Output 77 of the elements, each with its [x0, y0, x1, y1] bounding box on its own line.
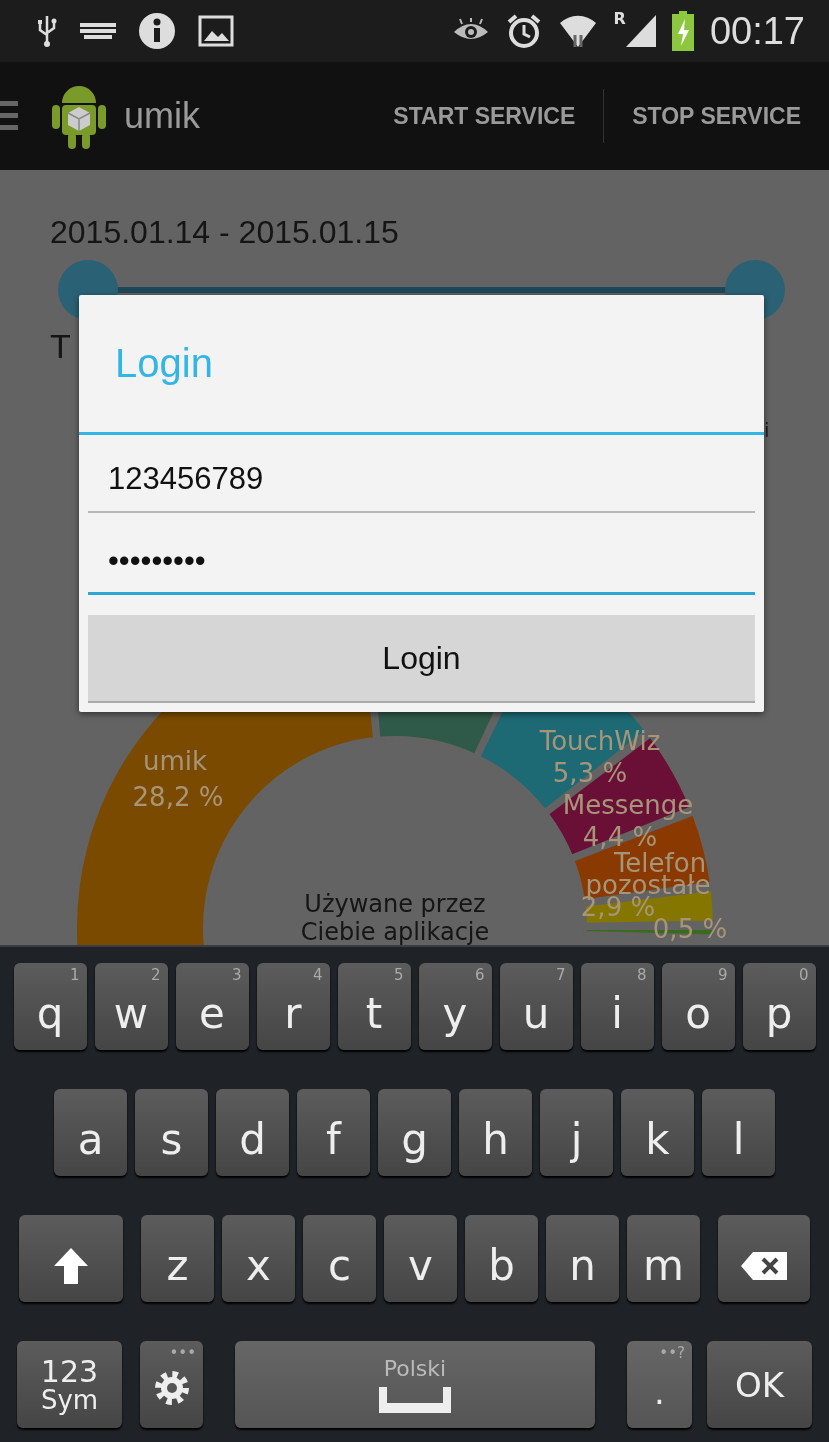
- key-label: 123: [40, 1356, 99, 1387]
- chart-center-text: Używane przez: [304, 890, 486, 918]
- letter-key[interactable]: u 7: [499, 963, 573, 1050]
- letter-key[interactable]: h: [459, 1089, 532, 1176]
- language-label: Polski: [383, 1356, 447, 1381]
- letter-key[interactable]: e 3: [175, 963, 249, 1050]
- letter-key[interactable]: w 2: [94, 963, 168, 1050]
- letter-key[interactable]: c: [303, 1215, 376, 1302]
- symbols-key[interactable]: 123 Sym: [17, 1341, 122, 1428]
- period-key[interactable]: . ••?: [627, 1341, 692, 1428]
- letter-key[interactable]: o 9: [661, 963, 735, 1050]
- letter-key[interactable]: a: [54, 1089, 127, 1176]
- segment-label: umik: [142, 746, 208, 776]
- info-icon: [138, 12, 176, 50]
- letter-key[interactable]: b: [465, 1215, 538, 1302]
- key-label: Sym: [40, 1386, 99, 1413]
- app-title: umik: [124, 95, 200, 137]
- action-button[interactable]: START SERVICE: [365, 62, 604, 170]
- letter-key[interactable]: f: [297, 1089, 370, 1176]
- key-hint: ••?: [659, 1344, 685, 1362]
- backspace-icon: [741, 1251, 787, 1280]
- key-hint: 5: [393, 966, 404, 984]
- key-hint: 1: [69, 966, 80, 984]
- letter-key[interactable]: n: [546, 1215, 619, 1302]
- input-field[interactable]: •••••••••: [88, 517, 755, 595]
- letter-key[interactable]: i 8: [580, 963, 654, 1050]
- input-field[interactable]: 123456789: [88, 435, 755, 513]
- chart-center-text: Ciebie aplikacje: [300, 918, 490, 945]
- letter-key[interactable]: t 5: [337, 963, 411, 1050]
- key-hint: 7: [555, 966, 566, 984]
- letter-key[interactable]: p 0: [742, 963, 816, 1050]
- letter-key[interactable]: d: [216, 1089, 289, 1176]
- clock-time: 00:17: [709, 9, 805, 53]
- key-hint: 2: [150, 966, 161, 984]
- shift-arrow-icon: [54, 1247, 88, 1284]
- keyboard-icon: [80, 21, 116, 41]
- letter-key[interactable]: q 1: [13, 963, 87, 1050]
- key-hint: 8: [636, 966, 647, 984]
- key-hint: •••: [169, 1344, 196, 1362]
- letter-key[interactable]: r 4: [256, 963, 330, 1050]
- backspace-key[interactable]: [718, 1215, 810, 1302]
- key-hint: 3: [231, 966, 242, 984]
- ok-key[interactable]: OK: [707, 1341, 812, 1428]
- dialog-title: Login: [79, 295, 764, 435]
- range-slider[interactable]: [58, 260, 785, 320]
- alarm-clock-icon: [505, 13, 542, 49]
- menu-icon[interactable]: [0, 99, 18, 133]
- signal-icon: [625, 15, 656, 47]
- key-hint: 4: [312, 966, 323, 984]
- letter-key[interactable]: g: [378, 1089, 451, 1176]
- letter-key[interactable]: y 6: [418, 963, 492, 1050]
- letter-key[interactable]: k: [621, 1089, 694, 1176]
- key-hint: 6: [474, 966, 485, 984]
- letter-key[interactable]: v: [384, 1215, 457, 1302]
- date-range: 2015.01.14 - 2015.01.15: [50, 214, 399, 251]
- key-hint: 0: [798, 966, 809, 984]
- letter-key[interactable]: z: [141, 1215, 214, 1302]
- login-button[interactable]: Login: [88, 615, 755, 703]
- letter-key[interactable]: m: [627, 1215, 700, 1302]
- roaming-indicator: R: [613, 9, 626, 28]
- letter-key[interactable]: l: [702, 1089, 775, 1176]
- heading-text: T: [50, 327, 71, 366]
- key-hint: 9: [717, 966, 728, 984]
- letter-key[interactable]: s: [135, 1089, 208, 1176]
- letter-key[interactable]: x: [222, 1215, 295, 1302]
- side-text: i: [764, 418, 771, 442]
- wifi-icon: [557, 13, 598, 49]
- segment-label: 28,2 %: [132, 782, 224, 812]
- shift-key[interactable]: [19, 1215, 123, 1302]
- usb-icon: [36, 14, 58, 48]
- segment-label: TouchWiz: [539, 726, 661, 756]
- battery-charging-icon: [671, 11, 694, 51]
- segment-label: 5,3 %: [552, 758, 628, 788]
- image-icon: [198, 15, 234, 47]
- action-button[interactable]: STOP SERVICE: [604, 62, 829, 170]
- space-bar-icon: [379, 1387, 451, 1413]
- letter-key[interactable]: j: [540, 1089, 613, 1176]
